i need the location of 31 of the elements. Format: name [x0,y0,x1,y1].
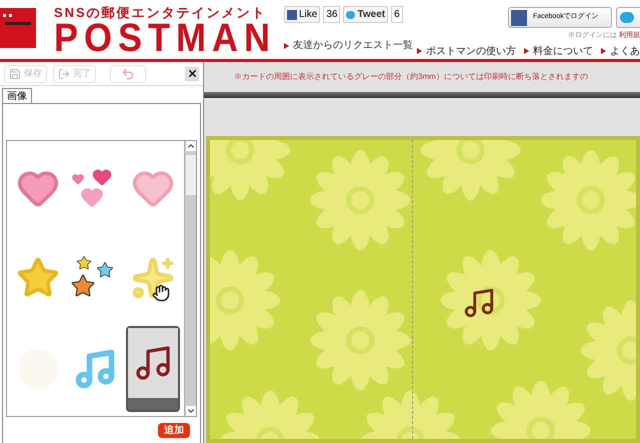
tweet-count: 6 [391,6,403,23]
tagline: SNSの郵便エンタテインメント [54,5,268,21]
image-option[interactable] [126,326,180,412]
triangle-icon [417,48,422,54]
trim-notice: ※カードの周囲に表示されているグレーの部分（約3mm）については印刷時に断ち落とされますの [234,71,588,83]
logo-text: POSTMAN [54,19,276,57]
nav-link[interactable]: 料金について [533,44,593,58]
music-note-icon [462,286,496,320]
hand-pointer-icon [152,284,170,302]
sparkle-icon [131,256,176,300]
close-icon [186,68,198,79]
tweet-button[interactable]: Tweet [343,6,388,23]
close-button[interactable] [185,66,199,80]
twitter-login-button[interactable] [616,7,640,28]
like-button[interactable]: Like [284,6,320,23]
request-list-link[interactable]: 友達からのリクエスト一覧 [293,38,413,53]
nav-link[interactable]: ポストマンの使い方 [426,44,516,58]
triangle-icon [284,42,289,48]
scroll-thumb[interactable] [186,155,196,195]
triangle-icon [524,48,529,54]
like-count: 36 [323,6,340,23]
panel-tab[interactable]: 画像 [2,88,32,103]
scroll-down-icon [186,406,196,416]
scrollbar[interactable] [184,141,196,416]
add-button[interactable]: 追加 [158,423,190,438]
exit-icon [58,68,70,80]
scroll-up-icon [186,141,196,151]
triangle-icon [601,48,606,54]
nav-link[interactable]: よくあ [610,44,640,58]
save-icon [9,68,21,80]
undo-icon [121,66,135,80]
